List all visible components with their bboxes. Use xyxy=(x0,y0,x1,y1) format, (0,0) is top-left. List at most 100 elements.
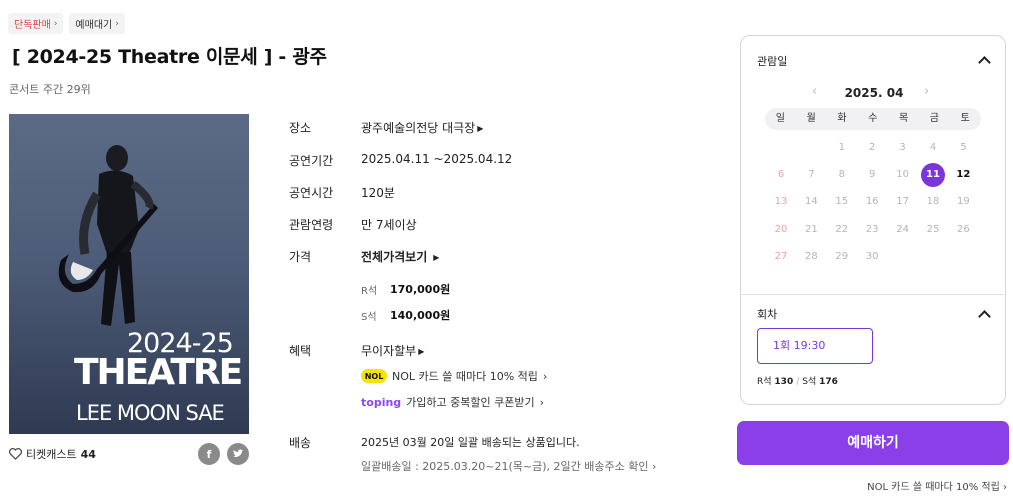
delivery-note-link[interactable]: 일괄배송일 : 2025.03.20~21(목~금), 2일간 배송주소 확인 … xyxy=(361,458,656,474)
chevron-right-icon: › xyxy=(539,395,545,409)
calendar-day: 6 xyxy=(777,169,785,181)
toping-benefit-text: 가입하고 중복할인 쿠폰받기 xyxy=(406,396,535,409)
chevron-right-icon: › xyxy=(53,18,58,29)
calendar-day: 22 xyxy=(835,223,849,235)
ticketcast-button[interactable]: 티켓캐스트 44 xyxy=(9,446,96,462)
calendar-day: 25 xyxy=(926,223,940,235)
page-title: [ 2024-25 Theatre 이문세 ] - 광주 xyxy=(12,46,327,68)
divider xyxy=(741,294,1005,295)
calendar-day: 16 xyxy=(865,196,879,208)
calendar-day: 26 xyxy=(957,223,970,235)
calendar-day: 7 xyxy=(808,169,815,181)
seat-grade: S석 xyxy=(802,377,817,387)
calendar-day: 17 xyxy=(896,196,909,208)
calendar-day: 18 xyxy=(926,196,940,208)
triangle-right-icon: ▶ xyxy=(418,347,425,356)
guitarist-figure xyxy=(58,145,158,326)
venue-link[interactable]: 광주예술의전당 대극장 ▶ xyxy=(361,119,483,136)
price-label: 가격 xyxy=(289,250,312,264)
bird-icon xyxy=(233,449,244,457)
seat-count: 130 xyxy=(774,377,794,387)
weekday-sat: 토 xyxy=(960,113,970,124)
price-seat-r: R석 xyxy=(361,286,378,297)
calendar-day: 19 xyxy=(957,196,970,208)
toping-logo: toping xyxy=(361,395,402,409)
weekday-header: 일 월 화 수 목 금 토 xyxy=(765,108,981,130)
delivery-note-text: 일괄배송일 : 2025.03.20~21(목~금), 2일간 배송주소 확인 xyxy=(361,460,649,473)
calendar-day: 14 xyxy=(805,196,818,208)
installment-label: 무이자할부 xyxy=(361,344,417,358)
exclusive-badge-label: 단독판매 xyxy=(14,20,51,31)
triangle-right-icon: ▶ xyxy=(477,124,484,133)
calendar-day: 3 xyxy=(899,142,906,153)
session-section-title: 회차 xyxy=(757,308,778,321)
calendar-day: 8 xyxy=(838,169,845,181)
triangle-right-icon: ▶ xyxy=(433,253,440,262)
runtime-label: 공연시간 xyxy=(289,186,334,200)
calendar-day: 30 xyxy=(865,250,879,262)
calendar-day[interactable]: 12 xyxy=(951,163,975,187)
facebook-icon[interactable]: f xyxy=(198,443,220,465)
waitlist-badge-label: 예매대기 xyxy=(75,20,113,31)
poster-artist: LEE MOON SAE xyxy=(76,401,225,425)
nol-benefit-link[interactable]: NOL NOL 카드 쓸 때마다 10% 적립 › xyxy=(361,368,547,384)
period-value: 2025.04.11 ~2025.04.12 xyxy=(361,152,513,166)
venue-name: 광주예술의전당 대극장 xyxy=(361,121,476,135)
seat-grade: R석 xyxy=(757,377,772,387)
heart-icon xyxy=(9,448,22,460)
next-month-icon[interactable]: › xyxy=(924,84,929,99)
delivery-value: 2025년 03월 20일 일괄 배송되는 상품입니다. xyxy=(361,436,580,449)
view-all-prices-link[interactable]: 전체가격보기 ▶ xyxy=(361,248,439,265)
twitter-icon[interactable] xyxy=(227,443,249,465)
delivery-label: 배송 xyxy=(289,436,312,450)
weekday-tue: 화 xyxy=(837,113,847,124)
calendar-day: 27 xyxy=(774,250,788,262)
chevron-up-icon[interactable] xyxy=(978,56,991,69)
calendar-day: 4 xyxy=(929,142,937,153)
chevron-right-icon: › xyxy=(542,369,548,383)
seat-availability: R석 130/S석 176 xyxy=(757,374,838,387)
calendar-day: 23 xyxy=(865,223,879,235)
chevron-right-icon: › xyxy=(651,460,657,473)
nol-card-note[interactable]: NOL 카드 쓸 때마다 10% 적립 › xyxy=(867,478,1007,493)
waitlist-badge[interactable]: 예매대기 › xyxy=(69,13,125,34)
period-label: 공연기간 xyxy=(289,154,334,168)
calendar-day: 15 xyxy=(835,196,849,208)
chevron-up-icon[interactable] xyxy=(978,310,991,323)
booking-panel: 관람일 ‹ 2025. 04 › 일 월 화 수 목 금 토 123456789… xyxy=(740,35,1006,405)
poster-title: THEATRE xyxy=(74,352,243,393)
ranking-text: 콘서트 주간 29위 xyxy=(9,83,91,96)
view-all-prices-label: 전체가격보기 xyxy=(361,250,428,264)
price-seat-s: S석 xyxy=(361,312,377,323)
calendar-day: 21 xyxy=(805,223,818,235)
calendar-day: 24 xyxy=(896,223,909,235)
installment-link[interactable]: 무이자할부 ▶ xyxy=(361,342,424,359)
session-option[interactable]: 1회 19:30 xyxy=(757,328,873,364)
calendar-day: 13 xyxy=(774,196,788,208)
price-amount-s: 140,000원 xyxy=(390,309,451,322)
exclusive-badge[interactable]: 단독판매 › xyxy=(8,13,64,34)
calendar-day[interactable]: 11 xyxy=(921,163,945,188)
calendar-day: 5 xyxy=(960,142,967,153)
calendar-month: 2025. 04 xyxy=(844,86,904,100)
weekday-fri: 금 xyxy=(929,113,939,124)
weekday-mon: 월 xyxy=(806,113,816,124)
calendar-day: 10 xyxy=(896,169,909,181)
calendar-day: 1 xyxy=(838,142,845,153)
ticketcast-label: 티켓캐스트 xyxy=(26,448,77,461)
badge-group: 단독판매 › 예매대기 › xyxy=(8,13,125,34)
book-button[interactable]: 예매하기 xyxy=(737,421,1009,465)
age-value: 만 7세이상 xyxy=(361,218,417,232)
date-section-title: 관람일 xyxy=(757,55,788,68)
calendar-day: 29 xyxy=(835,250,849,262)
ticketcast-count: 44 xyxy=(80,447,96,461)
poster-image: 2024-25 THEATRE LEE MOON SAE xyxy=(9,114,249,434)
toping-benefit-link[interactable]: toping 가입하고 중복할인 쿠폰받기 › xyxy=(361,394,544,410)
weekday-thu: 목 xyxy=(898,113,909,124)
calendar-day: 2 xyxy=(869,142,876,153)
venue-label: 장소 xyxy=(289,121,312,135)
calendar-day: 20 xyxy=(774,223,788,235)
price-amount-r: 170,000원 xyxy=(390,283,451,296)
calendar-day: 9 xyxy=(869,169,876,181)
separator: / xyxy=(796,377,800,387)
